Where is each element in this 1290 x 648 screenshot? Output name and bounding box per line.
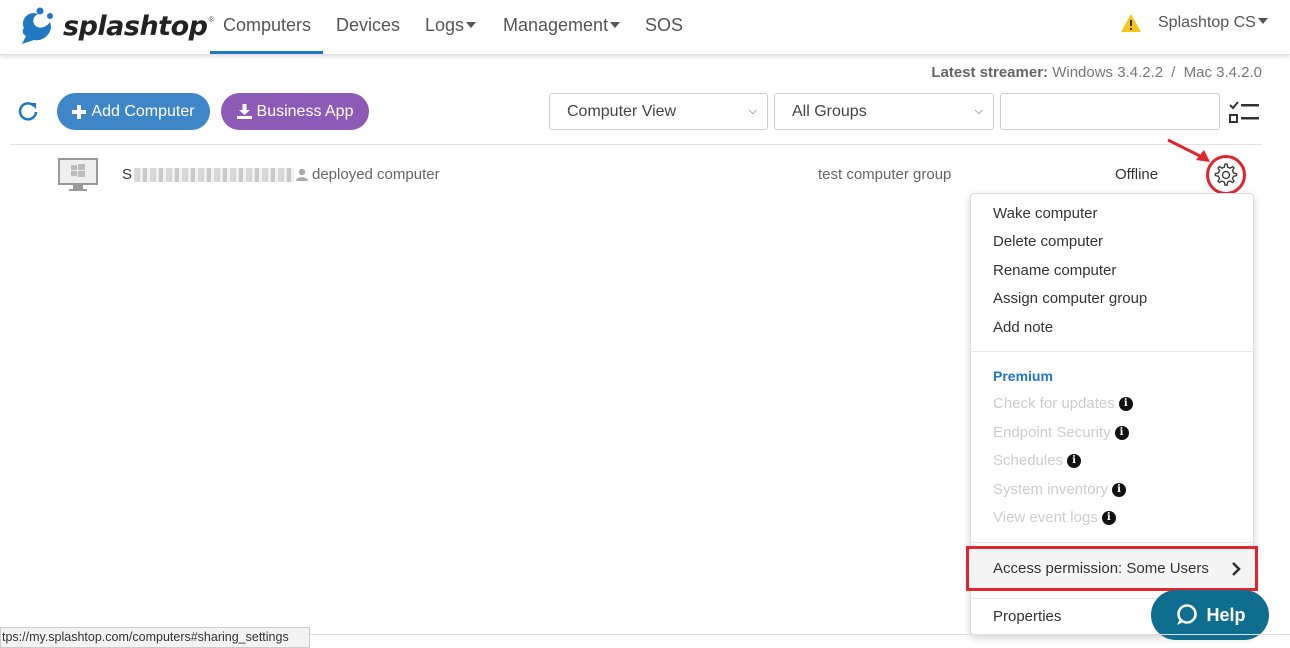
- account-menu[interactable]: Splashtop CS: [1158, 14, 1268, 32]
- computer-status: Offline: [1115, 166, 1159, 183]
- menu-divider: [971, 542, 1253, 543]
- help-label: Help: [1206, 604, 1246, 625]
- schedules-label: Schedules: [993, 452, 1064, 469]
- menu-view-event-logs: View event logs i: [993, 509, 1116, 526]
- check-updates-label: Check for updates: [993, 395, 1115, 412]
- splashtop-logo-icon: [22, 7, 53, 44]
- page-bottom-border: [310, 634, 1290, 635]
- active-tab-indicator: [210, 51, 323, 54]
- info-icon[interactable]: i: [1114, 425, 1129, 440]
- info-icon[interactable]: i: [1067, 453, 1082, 468]
- menu-rename-computer[interactable]: Rename computer: [993, 262, 1116, 279]
- trademark-symbol: ®: [208, 14, 215, 24]
- latest-streamer-info: Latest streamer: Windows 3.4.2.2 / Mac 3…: [931, 64, 1262, 81]
- nav-management[interactable]: Management: [503, 0, 621, 55]
- streamer-windows: Windows 3.4.2.2: [1052, 64, 1164, 81]
- nav-computers[interactable]: Computers: [223, 0, 311, 55]
- info-icon[interactable]: i: [1118, 396, 1133, 411]
- deployed-label: deployed computer: [312, 166, 440, 183]
- settings-gear-button[interactable]: [1206, 155, 1246, 195]
- deployed-indicator: deployed computer: [296, 166, 440, 183]
- gear-icon: [1214, 163, 1238, 186]
- info-icon[interactable]: i: [1101, 510, 1116, 525]
- business-app-label: Business App: [256, 102, 354, 120]
- caret-down-icon: [466, 22, 477, 28]
- premium-header: Premium: [993, 368, 1053, 384]
- top-navbar: splashtop ® Computers Devices Logs Manag…: [0, 0, 1290, 55]
- view-select-value: Computer View: [567, 103, 677, 120]
- computer-name-prefix: S: [122, 166, 133, 183]
- nav-logs[interactable]: Logs: [425, 0, 477, 55]
- view-select[interactable]: Computer View ⌵: [549, 93, 768, 130]
- computer-name[interactable]: S: [122, 166, 295, 183]
- user-icon: [296, 168, 308, 181]
- menu-properties[interactable]: Properties: [993, 608, 1061, 625]
- chevron-down-icon: ⌵: [974, 105, 983, 117]
- chat-bubble-icon: [1177, 604, 1198, 625]
- business-app-button[interactable]: Business App: [221, 93, 369, 130]
- add-computer-label: Add Computer: [91, 102, 195, 120]
- menu-delete-computer[interactable]: Delete computer: [993, 233, 1103, 250]
- system-inventory-label: System inventory: [993, 481, 1109, 498]
- menu-schedules: Schedules i: [993, 452, 1082, 469]
- account-name: Splashtop CS: [1158, 14, 1256, 31]
- menu-add-note[interactable]: Add note: [993, 319, 1053, 336]
- group-select[interactable]: All Groups ⌵: [774, 93, 994, 130]
- view-event-logs-label: View event logs: [993, 509, 1098, 526]
- column-select-checklist-icon[interactable]: [1228, 100, 1260, 124]
- menu-endpoint-security: Endpoint Security i: [993, 424, 1129, 441]
- add-computer-button[interactable]: Add Computer: [57, 93, 210, 130]
- windows-computer-icon: [58, 158, 98, 191]
- refresh-icon[interactable]: [17, 100, 39, 122]
- menu-wake-computer[interactable]: Wake computer: [993, 205, 1097, 222]
- menu-access-permission[interactable]: Access permission: Some Users: [966, 546, 1258, 591]
- computer-group: test computer group: [818, 166, 952, 183]
- splashtop-logo[interactable]: splashtop ®: [16, 6, 214, 46]
- endpoint-security-label: Endpoint Security: [993, 424, 1111, 441]
- chevron-down-icon: ⌵: [748, 105, 757, 117]
- nav-logs-label: Logs: [425, 15, 465, 35]
- download-icon: [236, 104, 252, 119]
- warning-triangle-icon[interactable]: [1120, 13, 1142, 33]
- plus-icon: [72, 104, 87, 119]
- nav-management-label: Management: [503, 15, 609, 35]
- caret-down-icon: [1257, 18, 1268, 24]
- menu-assign-group[interactable]: Assign computer group: [993, 290, 1147, 307]
- search-input[interactable]: [1000, 93, 1220, 130]
- group-select-value: All Groups: [792, 103, 867, 120]
- caret-down-icon: [610, 22, 621, 28]
- menu-system-inventory: System inventory i: [993, 481, 1127, 498]
- menu-check-updates: Check for updates i: [993, 395, 1133, 412]
- computer-actions-menu: Wake computer Delete computer Rename com…: [966, 193, 1258, 635]
- nav-sos[interactable]: SOS: [645, 0, 683, 55]
- nav-devices[interactable]: Devices: [336, 0, 400, 55]
- status-bar-url: tps://my.splashtop.com/computers#sharing…: [0, 627, 310, 648]
- redacted-name: [134, 167, 295, 182]
- annotation-arrow: [1167, 138, 1210, 162]
- brand-name: splashtop: [63, 10, 208, 42]
- table-divider: [10, 144, 1262, 145]
- menu-divider: [971, 351, 1253, 352]
- streamer-label: Latest streamer:: [931, 64, 1049, 81]
- access-permission-label: Access permission: Some Users: [993, 560, 1209, 577]
- chevron-right-icon: [1232, 562, 1241, 576]
- help-button[interactable]: Help: [1151, 590, 1269, 640]
- streamer-separator: /: [1171, 64, 1176, 81]
- streamer-mac: Mac 3.4.2.0: [1183, 64, 1262, 81]
- info-icon[interactable]: i: [1112, 482, 1127, 497]
